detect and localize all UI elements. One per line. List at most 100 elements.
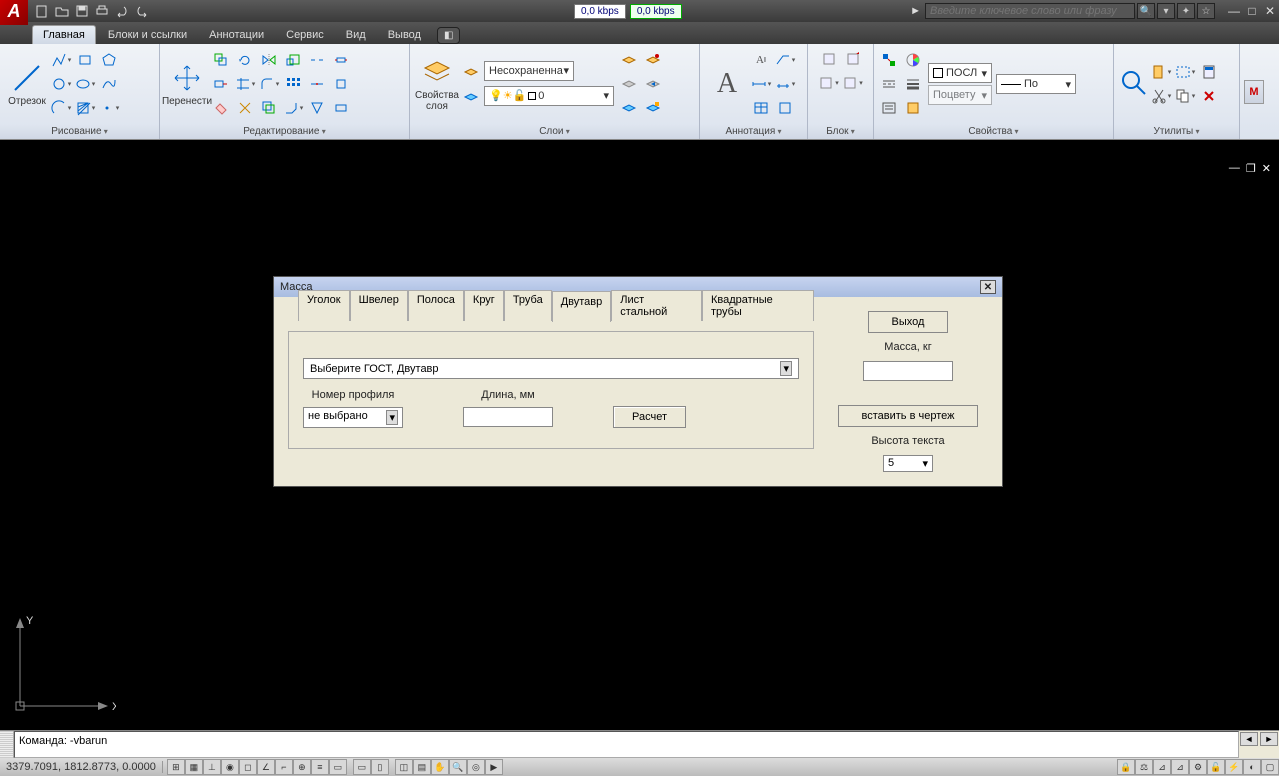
exit-button[interactable]: Выход	[868, 311, 948, 333]
rectangle-icon[interactable]	[74, 49, 96, 71]
ribbon-tab-output[interactable]: Вывод	[378, 26, 431, 44]
profile-select[interactable]: не выбрано ▾	[303, 407, 403, 428]
workspace-switch[interactable]: ⚙	[1189, 759, 1207, 775]
ortho-toggle[interactable]: ⊥	[203, 759, 221, 775]
qat-save-icon[interactable]	[73, 2, 91, 20]
panel-block-title[interactable]: Блок	[808, 124, 873, 139]
qview-layouts[interactable]: ◫	[395, 759, 413, 775]
measure-button[interactable]	[1118, 65, 1150, 103]
layer-prev-icon[interactable]	[642, 73, 664, 95]
ribbon-tab-main[interactable]: Главная	[32, 25, 96, 44]
gost-dropdown[interactable]: Выберите ГОСТ, Двутавр ▾	[303, 358, 799, 379]
isolate-objects[interactable]: ◐	[1243, 759, 1261, 775]
ducs-toggle[interactable]: ⌐	[275, 759, 293, 775]
spline-icon[interactable]	[98, 73, 120, 95]
panel-props-title[interactable]: Свойства	[874, 124, 1113, 139]
tab-pipe[interactable]: Труба	[504, 290, 552, 321]
leader-icon[interactable]: ▾	[774, 49, 796, 71]
line-button[interactable]: Отрезок	[4, 60, 50, 109]
list-icon[interactable]	[878, 97, 900, 119]
layer-lock2-icon[interactable]	[642, 97, 664, 119]
paste-icon[interactable]: ▾	[1150, 61, 1172, 83]
layer-state-dropdown[interactable]: Несохраненна▾	[484, 61, 574, 81]
qat-redo-icon[interactable]	[133, 2, 151, 20]
dw-close[interactable]: ✕	[1262, 162, 1271, 175]
layer-iso-icon[interactable]	[618, 49, 640, 71]
linetype-icon[interactable]	[878, 73, 900, 95]
close-button[interactable]: ✕	[1262, 4, 1278, 18]
align-icon[interactable]	[306, 97, 328, 119]
qview-drawings[interactable]: ▤	[413, 759, 431, 775]
mtext-icon[interactable]: AI	[750, 49, 772, 71]
lineweight-icon[interactable]	[902, 73, 924, 95]
array-icon[interactable]	[282, 73, 304, 95]
qat-print-icon[interactable]	[93, 2, 111, 20]
layer-off-icon[interactable]	[618, 73, 640, 95]
minimize-button[interactable]: —	[1226, 4, 1242, 18]
tab-strip[interactable]: Полоса	[408, 290, 464, 321]
erase-icon[interactable]	[210, 97, 232, 119]
insert-button[interactable]: вставить в чертеж	[838, 405, 978, 427]
trim-icon[interactable]: ▾	[234, 73, 256, 95]
osnap-toggle[interactable]: ◻	[239, 759, 257, 775]
create-block-icon[interactable]	[842, 48, 864, 70]
layer-freeze-icon[interactable]	[618, 97, 640, 119]
dimension-icon[interactable]: ▾	[750, 73, 772, 95]
search-go-icon[interactable]: 🔍	[1137, 3, 1155, 19]
extend-icon[interactable]	[330, 97, 352, 119]
anno-auto[interactable]: ⊿	[1171, 759, 1189, 775]
dw-minimize[interactable]: —	[1229, 162, 1240, 175]
panel-draw-title[interactable]: Рисование	[0, 124, 159, 139]
layer-filter-icon[interactable]	[460, 86, 482, 108]
panel-layers-title[interactable]: Слои	[410, 124, 699, 139]
dyn-toggle[interactable]: ⊕	[293, 759, 311, 775]
tab-sheet[interactable]: Лист стальной	[611, 290, 702, 321]
circle-icon[interactable]: ▾	[50, 73, 72, 95]
cmd-scroll-right[interactable]: ►	[1260, 732, 1278, 746]
hatch-icon[interactable]: ▾	[74, 97, 96, 119]
offset-icon[interactable]	[258, 97, 280, 119]
rotate-icon[interactable]	[234, 49, 256, 71]
dim-linear-icon[interactable]: ▾	[774, 73, 796, 95]
polar-toggle[interactable]: ◉	[221, 759, 239, 775]
ribbon-tab-blocks[interactable]: Блоки и ссылки	[98, 26, 197, 44]
cmd-scroll-left[interactable]: ◄	[1240, 732, 1258, 746]
toolbar-lock[interactable]: 🔓	[1207, 759, 1225, 775]
dw-restore[interactable]: ❐	[1246, 162, 1256, 175]
clean-screen[interactable]: ▢	[1261, 759, 1279, 775]
pan-button[interactable]: ✋	[431, 759, 449, 775]
tab-sqpipe[interactable]: Квадратные трубы	[702, 290, 814, 321]
qp-toggle[interactable]: ▭	[329, 759, 347, 775]
stretch-icon[interactable]	[210, 73, 232, 95]
grid-toggle[interactable]: ▦	[185, 759, 203, 775]
text-button[interactable]: A	[704, 66, 750, 102]
block-attr-icon[interactable]: ▾	[842, 72, 864, 94]
qat-undo-icon[interactable]	[113, 2, 131, 20]
otrack-toggle[interactable]: ∠	[257, 759, 275, 775]
ribbon-tab-view[interactable]: Вид	[336, 26, 376, 44]
mirror-icon[interactable]	[258, 49, 280, 71]
scale-icon[interactable]	[282, 49, 304, 71]
tab-round[interactable]: Круг	[464, 290, 504, 321]
qat-open-icon[interactable]	[53, 2, 71, 20]
wheel-button[interactable]: ◎	[467, 759, 485, 775]
divide-icon[interactable]	[330, 73, 352, 95]
ellipse-icon[interactable]: ▾	[74, 73, 96, 95]
plot-style-icon[interactable]	[902, 97, 924, 119]
fillet-icon[interactable]: ▾	[258, 73, 280, 95]
table-icon[interactable]	[750, 97, 772, 119]
snap-toggle[interactable]: ⊞	[167, 759, 185, 775]
zoom-button[interactable]: 🔍	[449, 759, 467, 775]
dialog-close-button[interactable]: ✕	[980, 280, 996, 294]
ribbon-tab-annotations[interactable]: Аннотации	[199, 26, 274, 44]
clean-icon[interactable]	[1198, 85, 1220, 107]
copy-icon[interactable]	[210, 49, 232, 71]
side-tab[interactable]: M	[1244, 80, 1264, 104]
color-dropdown[interactable]: ПОСЛ▾	[928, 63, 992, 83]
join-icon[interactable]	[306, 73, 328, 95]
comm-icon[interactable]: ✦	[1177, 3, 1195, 19]
layer-properties-button[interactable]: Свойства слоя	[414, 54, 460, 114]
command-input[interactable]: Команда: -vbarun	[14, 731, 1239, 758]
tab-channel[interactable]: Швелер	[350, 290, 408, 321]
search-input[interactable]	[925, 3, 1135, 19]
